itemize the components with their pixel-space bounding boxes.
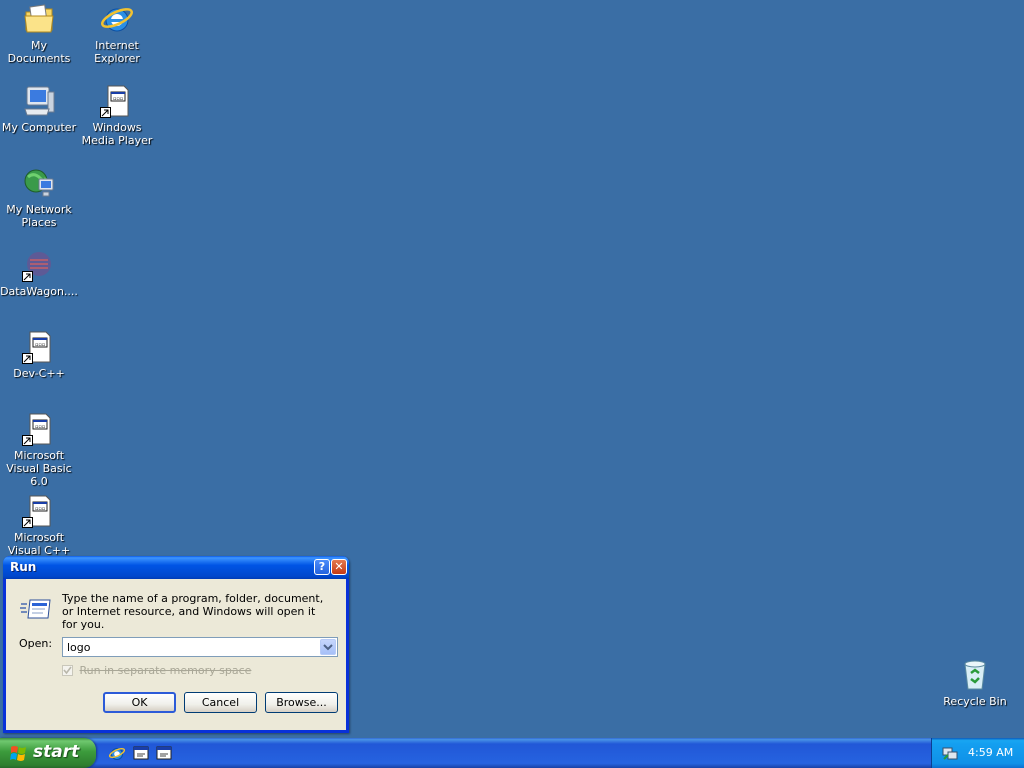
shortcut-arrow-icon — [22, 435, 33, 446]
desktop-icon-label: Windows Media Player — [81, 121, 153, 147]
taskbar: start 4:59 AM — [0, 738, 1024, 768]
datawagon-icon — [22, 248, 56, 282]
my-computer-icon — [22, 84, 56, 118]
desktop-icon-label: Internet Explorer — [94, 39, 140, 65]
desktop-icon-my-documents[interactable]: My Documents — [0, 2, 78, 65]
memory-space-option: Run in separate memory space — [62, 663, 251, 677]
desktop-icon-label: Microsoft Visual Basic 6.0 — [6, 449, 72, 488]
ok-button[interactable]: OK — [103, 692, 176, 713]
svg-text:▫▫▫: ▫▫▫ — [35, 342, 45, 348]
memory-space-label: Run in separate memory space — [79, 663, 252, 677]
open-label: Open: — [19, 637, 53, 650]
desktop-icon-my-computer[interactable]: My Computer — [0, 84, 78, 134]
windows-logo-icon — [10, 745, 27, 762]
desktop-icon-windows-media-player[interactable]: ▫▫▫ Windows Media Player — [78, 84, 156, 147]
desktop-icon-label: My Documents — [7, 39, 71, 65]
desktop-icon-my-network-places[interactable]: My Network Places — [0, 166, 78, 229]
visual-cpp-icon: ▫▫▫ — [22, 494, 56, 528]
desktop-icon-datawagon[interactable]: DataWagon.... — [0, 248, 78, 298]
start-button[interactable]: start — [0, 738, 96, 768]
desktop-icon-label: Dev-C++ — [13, 367, 65, 380]
my-network-places-icon — [22, 166, 56, 200]
run-dialog-description: Type the name of a program, folder, docu… — [62, 592, 324, 631]
program-window-icon[interactable] — [156, 745, 172, 761]
shortcut-arrow-icon — [22, 353, 33, 364]
desktop-icon-visual-basic[interactable]: ▫▫▫ Microsoft Visual Basic 6.0 — [0, 412, 78, 488]
start-label: start — [33, 742, 80, 762]
memory-space-checkbox — [62, 664, 73, 676]
open-input[interactable] — [63, 638, 319, 656]
clock[interactable]: 4:59 AM — [968, 746, 1013, 759]
desktop-icon-recycle-bin[interactable]: Recycle Bin — [936, 658, 1014, 708]
dev-cpp-icon: ▫▫▫ — [22, 330, 56, 364]
close-button[interactable]: ✕ — [331, 559, 347, 575]
svg-text:▫▫▫: ▫▫▫ — [113, 96, 123, 102]
desktop-icon-label: Recycle Bin — [943, 695, 1007, 708]
run-dialog: Run ? ✕ Type the name of a program, fold… — [3, 556, 349, 733]
svg-text:▫▫▫: ▫▫▫ — [35, 506, 45, 512]
windows-media-player-icon: ▫▫▫ — [100, 84, 134, 118]
shortcut-arrow-icon — [22, 517, 33, 528]
open-combobox[interactable] — [62, 637, 338, 657]
system-tray: 4:59 AM — [931, 738, 1024, 768]
chevron-down-icon[interactable] — [320, 639, 336, 655]
help-button[interactable]: ? — [314, 559, 330, 575]
visual-basic-icon: ▫▫▫ — [22, 412, 56, 446]
internet-explorer-icon[interactable] — [108, 745, 126, 761]
my-documents-icon — [22, 2, 56, 36]
recycle-bin-icon — [958, 658, 992, 692]
program-window-icon[interactable] — [133, 745, 149, 761]
run-program-icon — [19, 596, 53, 622]
desktop-icon-label: My Network Places — [6, 203, 72, 229]
svg-text:▫▫▫: ▫▫▫ — [35, 424, 45, 430]
run-dialog-title: Run — [10, 560, 37, 574]
internet-explorer-icon — [100, 2, 134, 36]
network-status-icon[interactable] — [942, 745, 958, 761]
desktop-icon-label: DataWagon.... — [0, 285, 78, 298]
cancel-button[interactable]: Cancel — [184, 692, 257, 713]
browse-button[interactable]: Browse... — [265, 692, 338, 713]
desktop-icon-internet-explorer[interactable]: Internet Explorer — [78, 2, 156, 65]
desktop-icon-dev-cpp[interactable]: ▫▫▫ Dev-C++ — [0, 330, 78, 380]
desktop-icon-label: My Computer — [1, 121, 77, 134]
run-dialog-body: Type the name of a program, folder, docu… — [6, 579, 346, 730]
shortcut-arrow-icon — [100, 107, 111, 118]
run-dialog-titlebar[interactable]: Run ? ✕ — [3, 556, 349, 579]
shortcut-arrow-icon — [22, 271, 33, 282]
